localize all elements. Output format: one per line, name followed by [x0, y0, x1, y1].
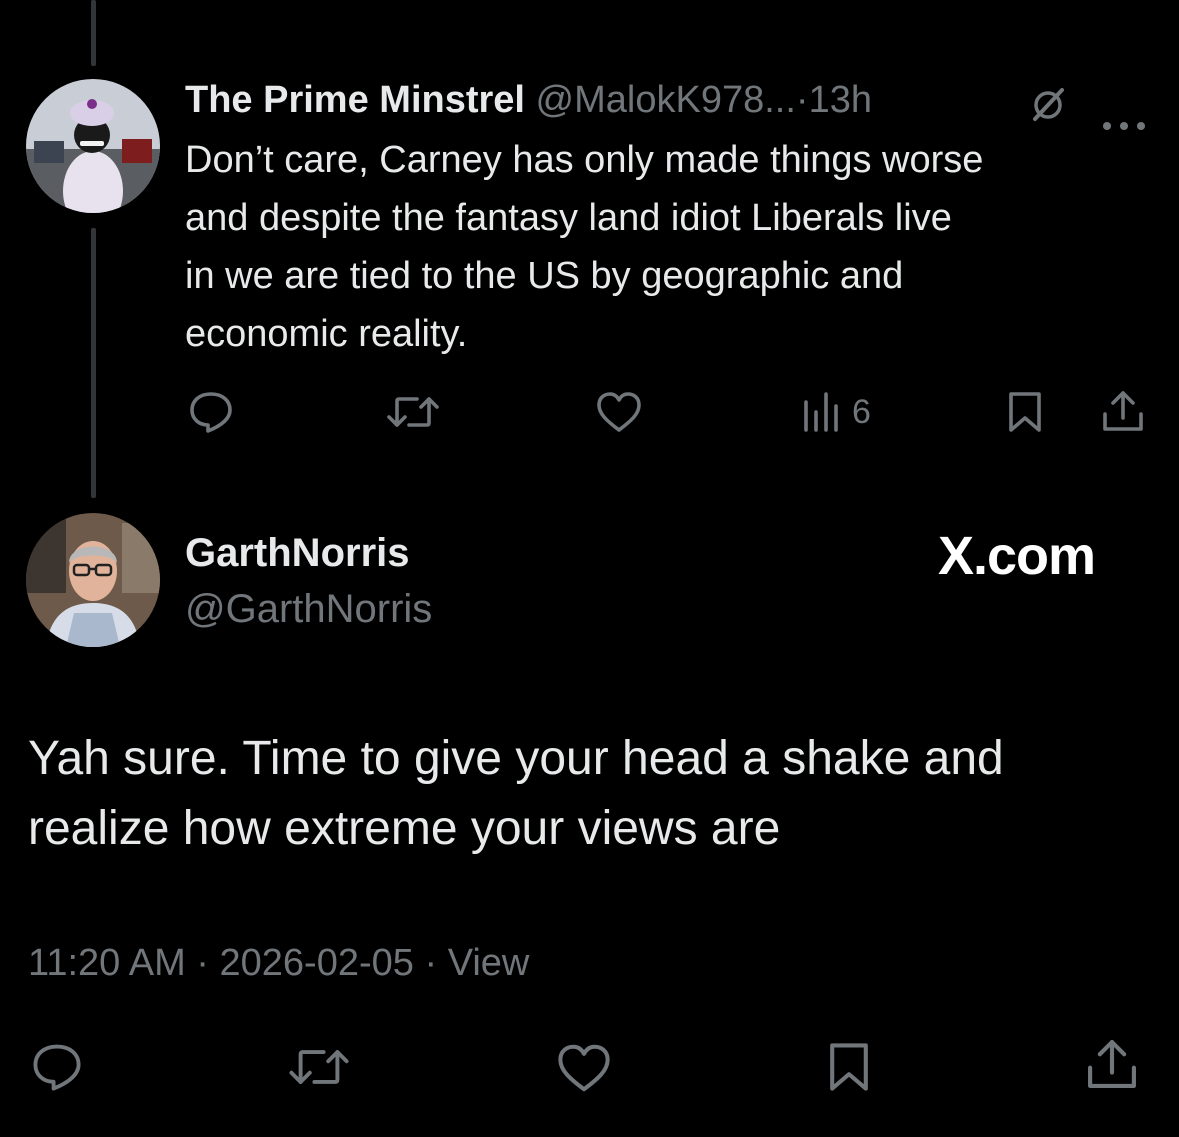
post-meta: 11:20 AM · 2026-02-05 · View: [28, 938, 529, 988]
post-repost-button[interactable]: [286, 1044, 352, 1090]
reply-reply-button[interactable]: [188, 390, 234, 434]
views-icon: [804, 392, 838, 432]
brand-text: X.com: [938, 526, 1096, 586]
reply-handle[interactable]: @MalokK978...: [536, 79, 796, 121]
reply-like-button[interactable]: [595, 390, 643, 434]
post-share-button[interactable]: [1084, 1036, 1140, 1092]
thread-line-top: [91, 0, 96, 66]
reply-display-name[interactable]: The Prime Minstrel: [185, 79, 525, 121]
share-icon: [1103, 391, 1143, 431]
repost-icon: [289, 1050, 349, 1084]
repost-icon: [387, 397, 439, 427]
reply-avatar[interactable]: [26, 79, 160, 213]
brand-watermark: X.com: [938, 526, 1128, 586]
author-display-name[interactable]: GarthNorris: [185, 528, 410, 578]
reply-view-count: 6: [852, 392, 871, 431]
meta-separator-1: ·: [196, 942, 209, 984]
reply-icon: [33, 1044, 81, 1091]
author-handle[interactable]: @GarthNorris: [185, 584, 432, 634]
post-text: Yah sure. Time to give your head a shake…: [28, 732, 1004, 855]
author-avatar[interactable]: [26, 513, 160, 647]
post-like-button[interactable]: [555, 1042, 613, 1094]
post-date[interactable]: 2026-02-05: [220, 942, 414, 984]
like-icon: [558, 1044, 610, 1092]
more-icon[interactable]: [1101, 96, 1147, 130]
reply-icon: [190, 392, 232, 433]
reply-repost-button[interactable]: [385, 392, 441, 432]
reply-separator: ·: [795, 79, 809, 121]
reply-header: The Prime Minstrel @MalokK978...·13h: [185, 76, 1155, 130]
reply-time[interactable]: 13h: [809, 79, 872, 121]
reply-bookmark-button[interactable]: [1005, 390, 1045, 434]
post-bookmark-button[interactable]: [825, 1040, 873, 1094]
post-time[interactable]: 11:20 AM: [28, 942, 186, 984]
view-link[interactable]: View: [448, 942, 530, 984]
thread-line-bottom: [91, 228, 96, 498]
reply-share-button[interactable]: [1100, 388, 1146, 434]
reply-views[interactable]: 6: [802, 390, 871, 434]
meta-separator-2: ·: [424, 942, 438, 984]
bookmark-icon: [830, 1043, 868, 1091]
bookmark-icon: [1009, 392, 1041, 432]
share-icon: [1088, 1040, 1136, 1088]
reply-text: Don’t care, Carney has only made things …: [185, 139, 984, 355]
grok-icon[interactable]: [1028, 84, 1068, 124]
like-icon: [597, 392, 641, 432]
post-reply-button[interactable]: [30, 1042, 84, 1092]
